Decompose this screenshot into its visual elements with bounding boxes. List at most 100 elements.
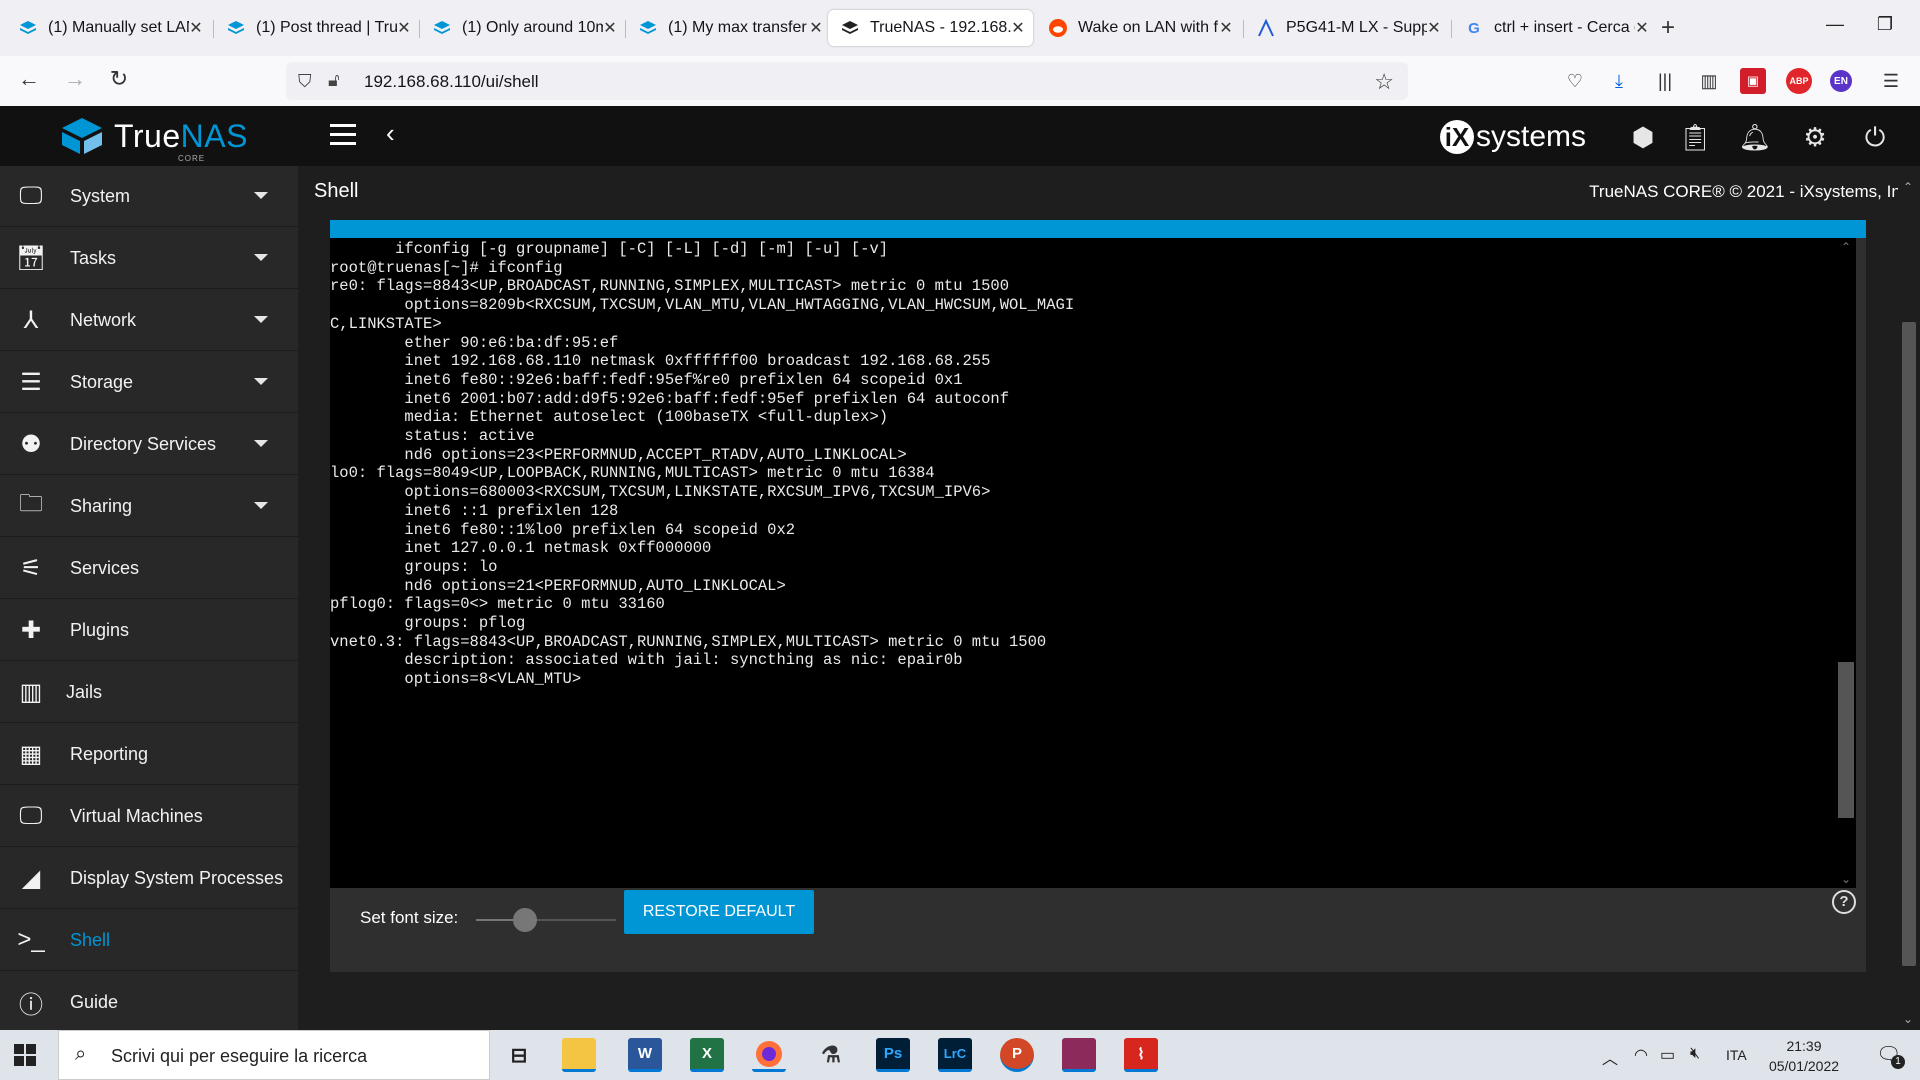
insecure-lock-icon[interactable]: 🔓︎	[328, 70, 340, 91]
pocket-icon[interactable]: ♡	[1562, 68, 1588, 94]
caret-down-icon[interactable]	[254, 440, 268, 447]
powerpoint-icon[interactable]: P	[1000, 1038, 1034, 1072]
close-tab-icon[interactable]: ✕	[1427, 18, 1441, 38]
wifi-icon[interactable]: ◠	[1634, 1045, 1648, 1065]
sidebar-item-sharing[interactable]: 🗀︎ Sharing	[0, 476, 298, 537]
browser-tab[interactable]: P5G41-M LX - Suppo ✕	[1244, 10, 1449, 46]
font-size-slider[interactable]	[476, 908, 616, 932]
browser-tab-active[interactable]: TrueNAS - 192.168.6 ✕	[828, 10, 1033, 46]
notifications-bell-icon[interactable]: 🔔︎	[1738, 120, 1772, 154]
app-menu-icon[interactable]: ☰	[1878, 68, 1904, 94]
sidebar-item-system[interactable]: 🖵︎ System	[0, 166, 298, 227]
browser-tab[interactable]: (1) My max transfer ✕	[626, 10, 831, 46]
adblock-plus-icon[interactable]: ABP	[1786, 68, 1812, 94]
sidebar-item-plugins[interactable]: ✚ Plugins	[0, 600, 298, 661]
browser-tab[interactable]: G ctrl + insert - Cerca c ✕	[1452, 10, 1657, 46]
sidebar-item-display-system-processes[interactable]: ◢ Display System Processes	[0, 848, 298, 909]
bookmark-star-icon[interactable]: ☆	[1374, 69, 1394, 95]
settings-gear-icon[interactable]: ⚙	[1798, 120, 1832, 154]
slider-thumb[interactable]	[513, 908, 537, 932]
taskbar-clock[interactable]: 21:39 05/01/2022	[1768, 1036, 1840, 1076]
browser-tab[interactable]: (1) Manually set LAN ✕	[6, 10, 211, 46]
taskbar-search-box[interactable]: ⌕ Scrivi qui per eseguire la ricerca	[58, 1030, 490, 1080]
close-tab-icon[interactable]: ✕	[603, 18, 617, 38]
help-icon[interactable]: ?	[1832, 890, 1856, 914]
sidebar-item-reporting[interactable]: ▦ Reporting	[0, 724, 298, 785]
url-text[interactable]: 192.168.68.110/ui/shell	[364, 72, 539, 92]
language-extension-icon[interactable]: EN	[1830, 70, 1852, 92]
url-bar[interactable]: ⛉ 🔓︎ 192.168.68.110/ui/shell ☆	[286, 62, 1408, 100]
shield-icon[interactable]: ⛉	[298, 71, 312, 92]
mega-extension-icon[interactable]: ▣	[1740, 68, 1766, 94]
sidebar-item-jails[interactable]: ▥ Jails	[0, 662, 298, 723]
sidebar-item-network[interactable]: ⅄ Network	[0, 290, 298, 351]
volume-muted-icon[interactable]: 🔇︎	[1690, 1045, 1700, 1063]
maximize-window-icon[interactable]: ❐	[1870, 14, 1900, 35]
page-scrollbar-thumb[interactable]	[1902, 322, 1916, 966]
brand-suffix: NAS	[180, 117, 248, 154]
scroll-down-arrow-icon[interactable]: ⌄	[1841, 872, 1851, 886]
truenas-logo[interactable]: TrueNAS CORE	[60, 116, 248, 163]
restore-default-button[interactable]: RESTORE DEFAULT	[624, 890, 814, 934]
truecommand-icon[interactable]: ⬢	[1626, 120, 1660, 154]
back-arrow-icon[interactable]: ←	[14, 66, 44, 92]
firefox-icon[interactable]	[752, 1038, 786, 1072]
battery-icon[interactable]: ▭	[1660, 1045, 1675, 1065]
caret-down-icon[interactable]	[254, 254, 268, 261]
close-tab-icon[interactable]: ✕	[809, 18, 823, 38]
terminal-scrollbar[interactable]: ⌃ ⌄	[1836, 238, 1856, 888]
close-tab-icon[interactable]: ✕	[1011, 18, 1025, 38]
close-tab-icon[interactable]: ✕	[397, 18, 411, 38]
scroll-down-arrow-icon[interactable]: ⌄	[1903, 1012, 1913, 1026]
scroll-up-arrow-icon[interactable]: ⌃	[1841, 240, 1851, 254]
terminal-scrollbar-thumb[interactable]	[1838, 662, 1854, 818]
close-tab-icon[interactable]: ✕	[1635, 18, 1649, 38]
sidebar-item-guide[interactable]: ⓘ Guide	[0, 972, 298, 1033]
caret-down-icon[interactable]	[254, 502, 268, 509]
download-icon[interactable]: ⤓	[1606, 68, 1632, 94]
caret-down-icon[interactable]	[254, 316, 268, 323]
sidebar-item-directory-services[interactable]: ⚉ Directory Services	[0, 414, 298, 475]
sidebar-item-shell[interactable]: >_ Shell	[0, 910, 298, 971]
browser-tab[interactable]: (1) Only around 10m ✕	[420, 10, 625, 46]
sidebar-item-storage[interactable]: ☰ Storage	[0, 352, 298, 413]
terminal-output[interactable]: ifconfig [-g groupname] [-C] [-L] [-d] […	[330, 238, 1836, 888]
terminal-text[interactable]: ifconfig [-g groupname] [-C] [-L] [-d] […	[330, 238, 1836, 689]
hamburger-menu-icon[interactable]	[330, 124, 356, 151]
acrobat-icon[interactable]: ⌇	[1124, 1038, 1158, 1072]
excel-icon[interactable]: X	[690, 1038, 724, 1072]
new-tab-plus-icon[interactable]: +	[1661, 14, 1675, 42]
ixsystems-logo[interactable]: iX systems	[1440, 120, 1586, 154]
page-scrollbar[interactable]: ⌃ ⌄	[1898, 166, 1920, 1030]
browser-tab[interactable]: (1) Post thread | True ✕	[214, 10, 419, 46]
minimize-window-icon[interactable]: —	[1820, 14, 1850, 35]
file-explorer-icon[interactable]	[562, 1038, 596, 1072]
caret-down-icon[interactable]	[254, 378, 268, 385]
word-icon[interactable]: W	[628, 1038, 662, 1072]
library-icon[interactable]: |||	[1652, 68, 1678, 94]
lightroom-classic-icon[interactable]: LrC	[938, 1038, 972, 1072]
chevron-left-icon[interactable]: ‹	[386, 118, 395, 149]
power-icon[interactable]: ⏻	[1858, 120, 1892, 154]
sidebar-item-services[interactable]: ⚟ Services	[0, 538, 298, 599]
browser-tab[interactable]: Wake on LAN with fr ✕	[1036, 10, 1241, 46]
sidebar-toggle-icon[interactable]: ▥	[1696, 68, 1722, 94]
clock-time: 21:39	[1786, 1038, 1822, 1054]
windows-start-icon[interactable]	[14, 1044, 36, 1066]
input-language[interactable]: ITA	[1726, 1047, 1747, 1063]
sidebar-item-tasks[interactable]: 📅︎ Tasks	[0, 228, 298, 289]
reload-icon[interactable]: ↻	[104, 66, 134, 92]
close-tab-icon[interactable]: ✕	[1219, 18, 1233, 38]
show-hidden-icons-chevron-icon[interactable]: ︿	[1602, 1045, 1618, 1069]
search-icon: ⌕	[75, 1043, 87, 1065]
microscope-app-icon[interactable]: ⚗	[814, 1038, 848, 1072]
photoshop-icon[interactable]: Ps	[876, 1038, 910, 1072]
scroll-up-arrow-icon[interactable]: ⌃	[1903, 180, 1913, 194]
task-view-icon[interactable]: ⊟	[502, 1038, 536, 1072]
caret-down-icon[interactable]	[254, 192, 268, 199]
close-tab-icon[interactable]: ✕	[189, 18, 203, 38]
sidebar-item-virtual-machines[interactable]: 🖵︎ Virtual Machines	[0, 786, 298, 847]
winrar-icon[interactable]	[1062, 1038, 1096, 1072]
task-manager-clipboard-icon[interactable]: 📋︎	[1678, 120, 1712, 154]
forward-arrow-icon[interactable]: →	[60, 66, 90, 92]
